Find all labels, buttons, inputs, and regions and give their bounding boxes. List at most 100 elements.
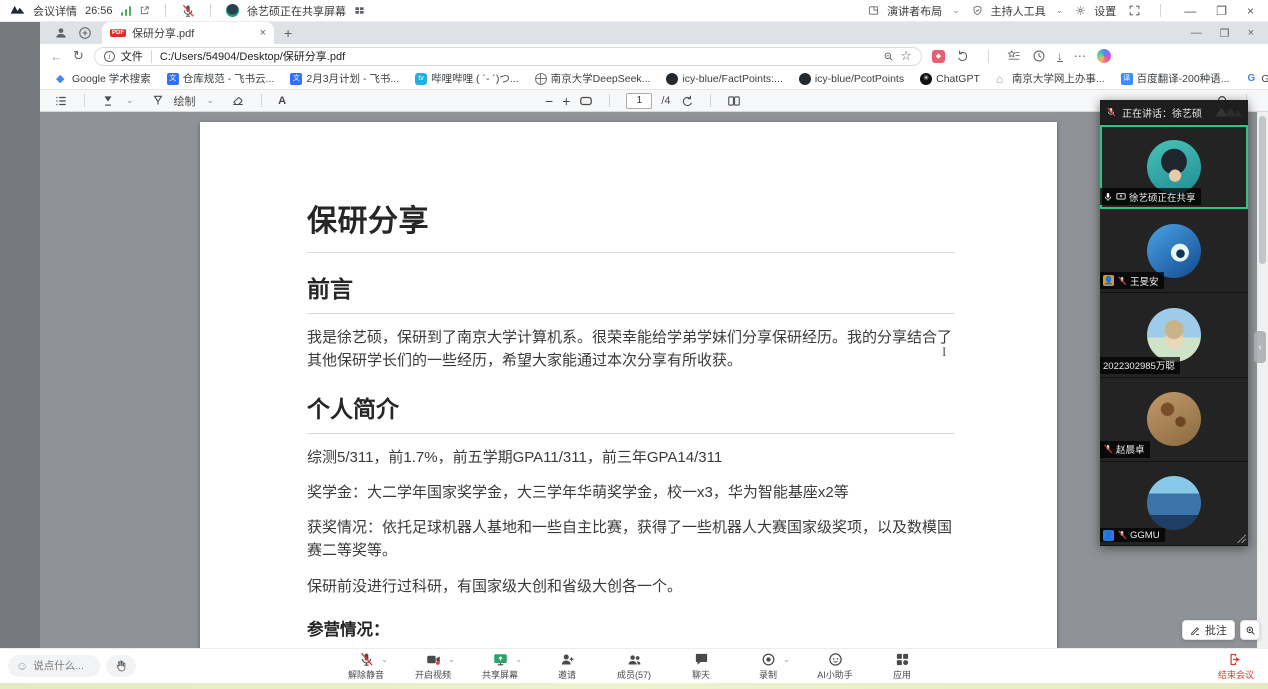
layout-button[interactable]: 演讲者布局⌄ — [868, 3, 960, 19]
back-button[interactable]: ← — [50, 49, 63, 64]
browser-minimize-button[interactable]: — — [1191, 27, 1202, 40]
extension-icon[interactable]: ◆ — [932, 50, 945, 63]
video-options-caret[interactable]: ⌄ — [448, 655, 455, 664]
browser-close-button[interactable]: × — [1248, 27, 1254, 40]
participant-tile[interactable]: 赵晨卓 — [1100, 378, 1248, 462]
invite-button[interactable]: 邀请 — [544, 651, 590, 681]
meeting-detail-button[interactable]: 会议详情 — [33, 3, 77, 19]
fullscreen-icon[interactable] — [1128, 4, 1141, 17]
eraser-icon[interactable] — [231, 94, 245, 108]
end-meeting-button[interactable]: 结束会议 — [1218, 652, 1254, 681]
settings-button[interactable]: 设置 — [1075, 3, 1116, 19]
zoom-page-icon[interactable] — [883, 51, 894, 62]
draw-label[interactable]: 绘制 — [174, 93, 196, 109]
reload-button[interactable]: ↻ — [73, 48, 84, 64]
zoom-tool-button[interactable] — [1240, 620, 1260, 640]
ai-assistant-button[interactable]: AI小助手 — [812, 651, 858, 681]
bookmark-item[interactable]: 译百度翻译-200种语... — [1121, 71, 1230, 86]
members-icon — [627, 652, 642, 667]
new-tab-button[interactable]: + — [284, 25, 292, 41]
bookmark-item[interactable]: tv哔哩哔哩 ( ´- ´)つ... — [415, 71, 519, 86]
record-button[interactable]: 录制 ⌄ — [745, 651, 791, 681]
mic-muted-icon[interactable] — [181, 4, 195, 18]
participant-tile[interactable]: 徐艺硕正在共享 — [1100, 125, 1248, 209]
copilot-icon[interactable] — [1097, 49, 1111, 63]
participant-avatar — [1147, 140, 1201, 194]
zoom-out-button[interactable]: − — [545, 93, 553, 109]
apps-button[interactable]: 应用 — [879, 651, 925, 681]
downloads-icon[interactable]: ↓ — [1057, 51, 1063, 62]
favorites-bar-icon[interactable] — [1007, 49, 1021, 63]
mic-muted-icon — [1117, 530, 1127, 540]
meeting-app-logo — [10, 3, 25, 18]
bookmark-item[interactable]: 文2月3月计划 - 飞书... — [290, 71, 399, 86]
page-view-icon[interactable] — [727, 94, 741, 108]
history-icon[interactable] — [1032, 49, 1046, 63]
panel-resize-handle[interactable] — [1236, 533, 1246, 543]
tab-close-button[interactable]: × — [260, 27, 266, 39]
popout-icon[interactable] — [139, 5, 150, 16]
extension-refresh-icon[interactable] — [956, 49, 970, 63]
host-tools-button[interactable]: 主持人工具⌄ — [972, 3, 1064, 19]
page-info-icon[interactable]: i — [104, 51, 115, 62]
participant-tile[interactable]: 👤 王旻安 — [1100, 209, 1248, 293]
share-screen-button[interactable]: 共享屏幕 ⌄ — [477, 651, 523, 681]
bookmark-item[interactable]: 文仓库规范 - 飞书云... — [167, 71, 275, 86]
toc-icon[interactable] — [54, 94, 68, 108]
browser-tab[interactable]: PDF 保研分享.pdf × — [102, 22, 274, 44]
bookmark-item[interactable]: GGoogle — [1245, 73, 1268, 85]
bookmark-item[interactable]: ⌂南京大学网上办事... — [996, 71, 1105, 86]
chat-input-pill[interactable]: ☺ — [8, 655, 100, 677]
bookmark-item[interactable]: icy-blue/PcotPoints — [799, 73, 904, 85]
profile-icon[interactable] — [54, 26, 68, 40]
chat-button[interactable]: 聊天 — [678, 651, 724, 681]
bookmark-item[interactable]: icy-blue/FactPoints:... — [666, 73, 782, 85]
browser-addressbar: ← ↻ i 文件 C:/Users/54904/Desktop/保研分享.pdf… — [40, 44, 1268, 68]
emoji-icon[interactable]: ☺ — [16, 659, 28, 673]
chat-input[interactable] — [33, 660, 93, 672]
record-options-caret[interactable]: ⌄ — [783, 655, 790, 664]
mic-options-caret[interactable]: ⌄ — [381, 655, 388, 664]
panel-collapse-handle[interactable]: ‹ — [1254, 331, 1266, 363]
draw-pen-icon[interactable] — [151, 94, 165, 108]
speaking-header: 正在讲话：徐艺硕 — [1100, 100, 1248, 125]
read-aloud-icon[interactable]: A — [278, 95, 286, 107]
magnifier-plus-icon — [1245, 625, 1256, 636]
camera-icon — [426, 652, 441, 667]
start-video-button[interactable]: 开启视频 ⌄ — [410, 651, 456, 681]
annotate-toolbar: 批注 — [1182, 620, 1260, 640]
meeting-close-button[interactable]: × — [1243, 4, 1258, 18]
bookmark-item[interactable]: ✳ChatGPT — [920, 73, 980, 85]
bookmark-item[interactable]: 南京大学DeepSeek... — [535, 71, 651, 86]
zoom-in-button[interactable]: + — [562, 93, 570, 109]
annotate-button[interactable]: 批注 — [1182, 620, 1235, 640]
share-options-caret[interactable]: ⌄ — [515, 655, 522, 664]
meeting-maximize-button[interactable]: ❐ — [1212, 4, 1231, 18]
url-field[interactable]: i 文件 C:/Users/54904/Desktop/保研分享.pdf ☆ — [94, 47, 922, 66]
view-grid-icon[interactable] — [354, 5, 365, 16]
pdf-content-area[interactable]: 保研分享 前言 我是徐艺硕，保研到了南京大学计算机系。很荣幸能给学弟学妹们分享保… — [40, 112, 1268, 689]
fit-page-icon[interactable] — [579, 94, 593, 108]
rotate-icon[interactable] — [680, 94, 694, 108]
bookmark-item[interactable]: ◆Google 学术搜索 — [56, 71, 151, 86]
highlighter-icon[interactable] — [101, 94, 115, 108]
pdf-scrollbar[interactable] — [1257, 112, 1268, 689]
page-number-input[interactable] — [626, 93, 652, 109]
speaker-mic-icon — [1106, 107, 1116, 117]
highlighter-dropdown[interactable]: ⌄ — [126, 95, 134, 106]
workspaces-icon[interactable] — [78, 26, 92, 40]
meeting-minimize-button[interactable]: — — [1180, 4, 1200, 18]
draw-dropdown[interactable]: ⌄ — [207, 95, 215, 106]
url-text: C:/Users/54904/Desktop/保研分享.pdf — [160, 48, 345, 64]
unmute-button[interactable]: 解除静音 ⌄ — [343, 651, 389, 681]
more-menu-icon[interactable]: ⋯ — [1074, 49, 1086, 63]
favorite-star-icon[interactable]: ☆ — [900, 48, 912, 64]
scrollbar-thumb[interactable] — [1259, 116, 1266, 264]
shield-check-icon — [972, 5, 983, 16]
network-signal-icon — [121, 6, 132, 16]
participant-tile[interactable]: 2022302985万聪 — [1100, 293, 1248, 377]
raise-hand-button[interactable] — [106, 655, 136, 677]
participant-tile[interactable]: 👤 GGMU — [1100, 462, 1248, 546]
members-button[interactable]: 成员(57) — [611, 651, 657, 681]
browser-maximize-button[interactable]: ❐ — [1220, 27, 1230, 40]
